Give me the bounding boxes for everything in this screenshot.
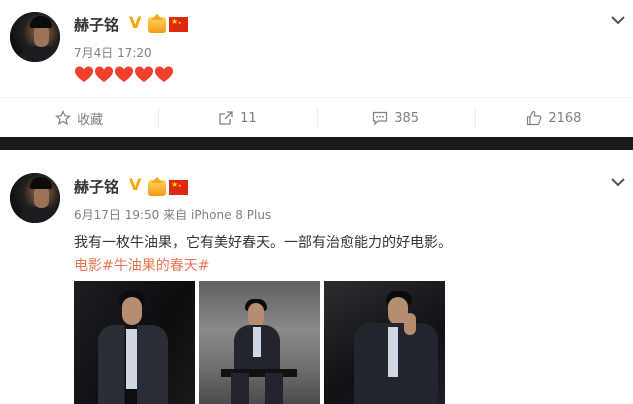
favorite-label: 收藏 — [77, 112, 104, 128]
post-photo[interactable] — [324, 281, 445, 404]
like-button[interactable]: 2168 — [474, 98, 633, 138]
post-timestamp[interactable]: 6月17日 19:50 — [74, 208, 159, 222]
post-tags: 电影#牛油果的春天# — [74, 255, 209, 275]
post-photo[interactable] — [199, 281, 320, 404]
hashtag-link[interactable]: #牛油果的春天# — [102, 258, 209, 274]
vip-crown-icon — [148, 14, 166, 33]
post-meta: 6月17日 19:50 来自 iPhone 8 Plus — [74, 206, 271, 223]
heart-icon — [155, 66, 173, 82]
avatar[interactable] — [10, 173, 60, 223]
source-device[interactable]: iPhone 8 Plus — [191, 208, 271, 222]
author-name[interactable]: 赫子铭 — [74, 176, 119, 197]
category-link[interactable]: 电影 — [74, 258, 102, 274]
heart-icon — [115, 66, 133, 82]
feed-divider — [0, 137, 633, 150]
chevron-down-icon[interactable] — [611, 172, 625, 187]
author-name[interactable]: 赫子铭 — [74, 14, 119, 35]
source-prefix: 来自 — [163, 208, 188, 222]
heart-icon — [135, 66, 153, 82]
comment-icon — [373, 111, 388, 126]
favorite-button[interactable]: 收藏 — [0, 98, 158, 138]
vip-crown-icon — [148, 177, 166, 196]
post-content-emoji — [74, 65, 174, 85]
heart-icon — [75, 66, 93, 82]
verified-icon: V — [129, 13, 142, 32]
post-photo[interactable] — [74, 281, 195, 404]
weibo-post-1: 赫子铭 V ★ ★ 7月4日 17:20 收藏 11 385 2168 — [0, 0, 633, 137]
share-button[interactable]: 11 — [158, 98, 316, 138]
post-text: 我有一枚牛油果，它有美好春天。一部有治愈能力的好电影。 — [74, 235, 452, 251]
like-icon — [527, 110, 542, 126]
china-flag-icon: ★ ★ — [169, 180, 188, 195]
post-action-bar: 收藏 11 385 2168 — [0, 97, 633, 138]
star-icon — [55, 110, 72, 126]
heart-icon — [95, 66, 113, 82]
china-flag-icon: ★ ★ — [169, 17, 188, 32]
post-timestamp[interactable]: 7月4日 17:20 — [74, 44, 152, 61]
comment-count: 385 — [394, 110, 420, 126]
share-count: 11 — [240, 110, 257, 126]
avatar[interactable] — [10, 12, 60, 62]
chevron-down-icon[interactable] — [611, 10, 625, 25]
verified-icon: V — [129, 175, 142, 194]
comment-button[interactable]: 385 — [316, 98, 475, 138]
share-icon — [219, 111, 233, 125]
like-count: 2168 — [548, 110, 582, 126]
